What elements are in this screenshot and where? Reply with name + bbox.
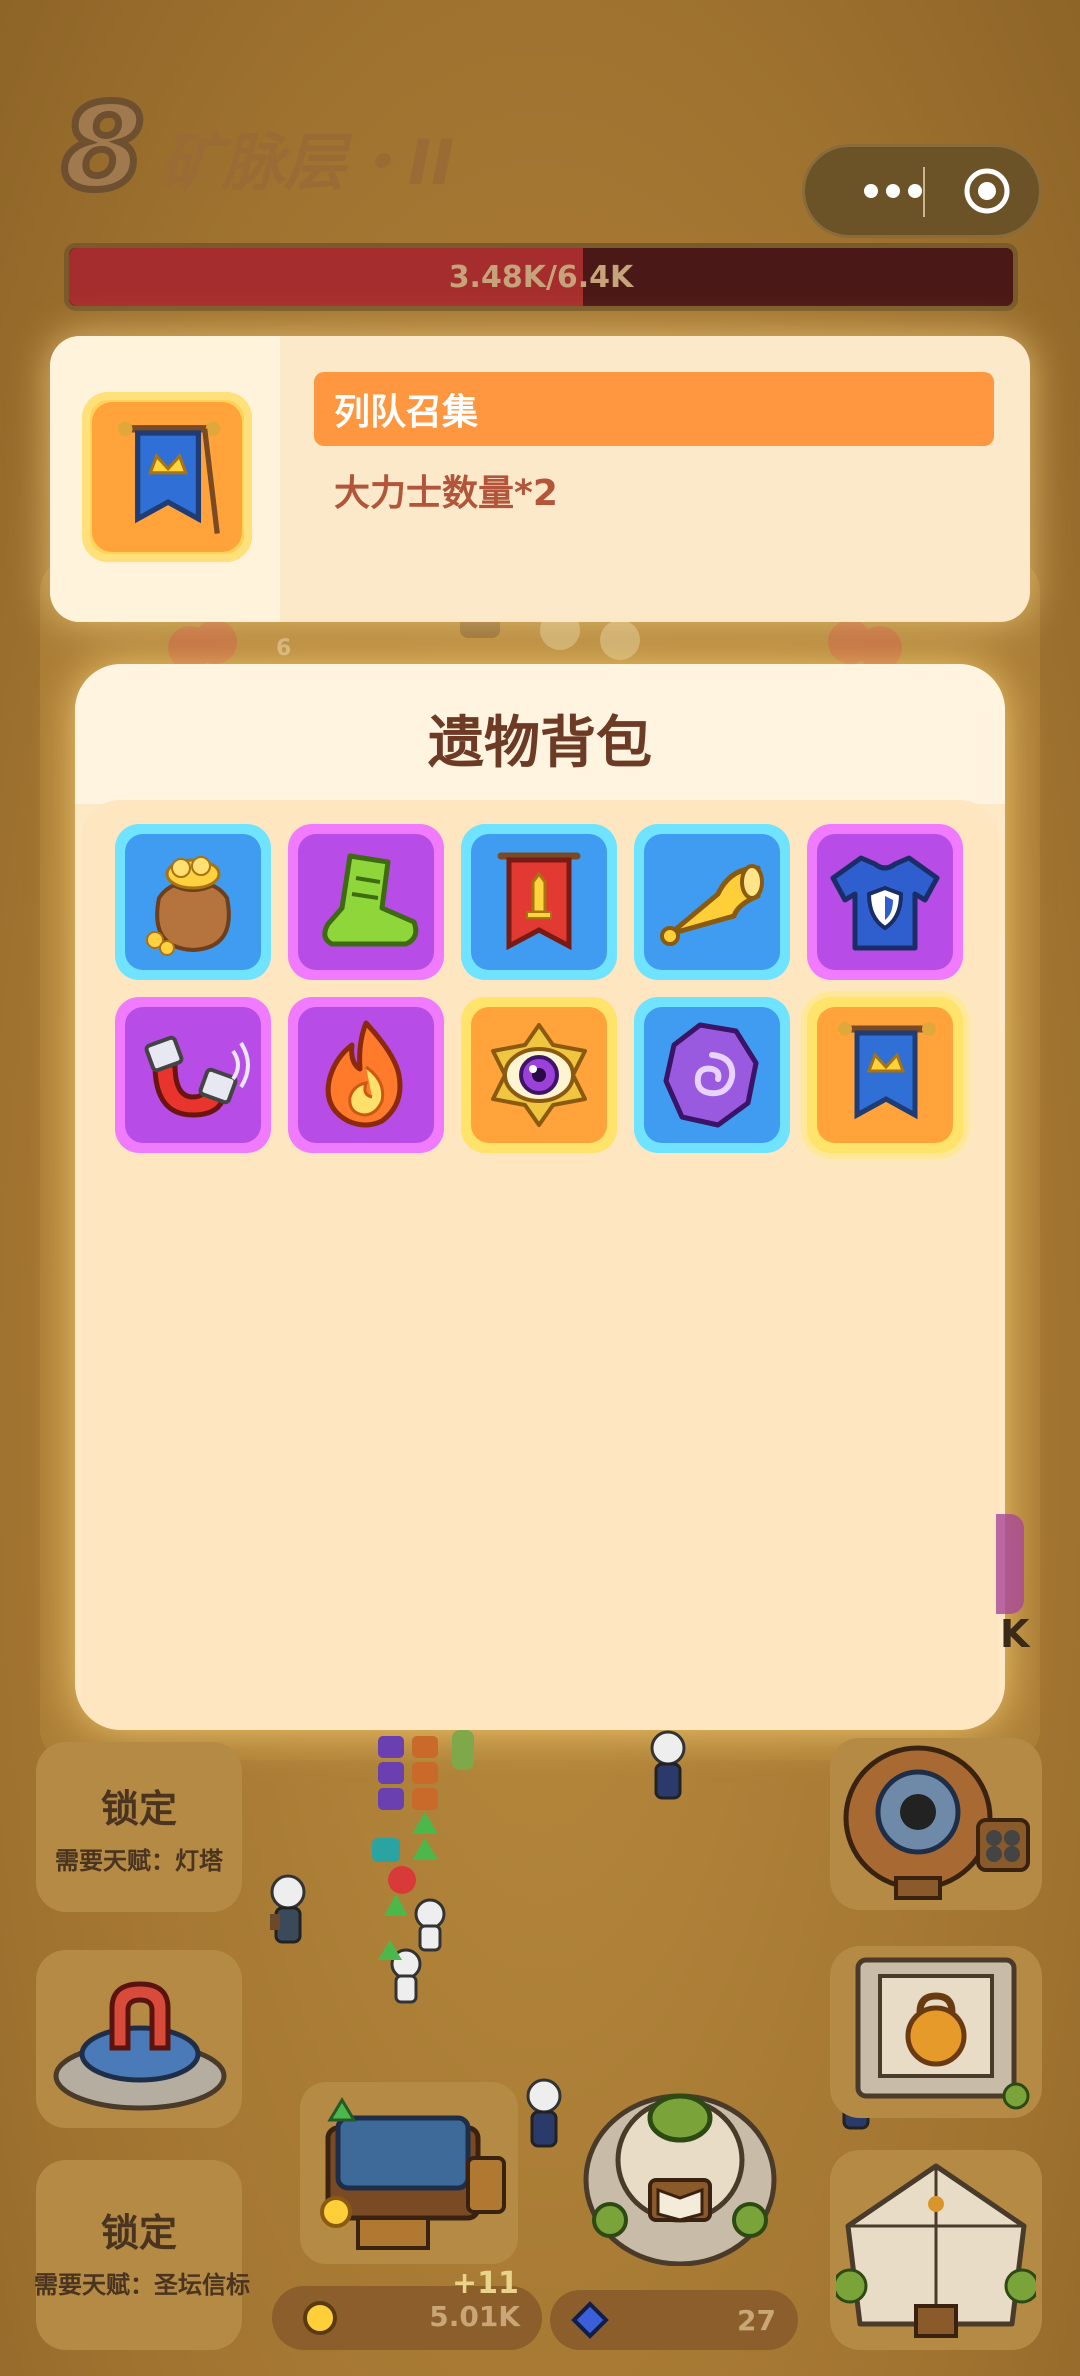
magnet-icon	[144, 1035, 250, 1118]
hp-text: 3.48K/6.4K	[448, 259, 634, 295]
level-number: 8	[58, 78, 147, 216]
royal-banner-icon	[117, 421, 221, 534]
relic-name: 列队召集	[334, 392, 479, 433]
relic-slot-magnet[interactable]	[115, 997, 271, 1153]
gold-value: 5.01K	[429, 2300, 520, 2333]
cannon-icon	[843, 1745, 1030, 1900]
golden-horn-icon	[660, 864, 764, 946]
locked-building-slot-altar[interactable]: 锁定 需要天赋：圣坛信标	[34, 2160, 250, 2350]
relic-bag-title: 遗物背包	[428, 711, 652, 776]
gem-counter: 27	[550, 2290, 798, 2350]
relic-description: 大力士数量*2	[334, 473, 558, 514]
target-close-icon[interactable]	[961, 165, 1013, 217]
library-icon	[583, 2093, 777, 2266]
kettlebell-gym-icon	[855, 1957, 1030, 2110]
unit-column	[372, 1730, 474, 2004]
relic-slot-eye[interactable]	[461, 997, 617, 1153]
green-boot-icon	[322, 853, 419, 947]
level-title: 矿脉层・II	[160, 126, 455, 199]
more-dots-icon[interactable]	[833, 147, 953, 235]
locked-title: 锁定	[100, 1787, 177, 1831]
locked-requirement: 需要天赋：圣坛信标	[34, 2271, 250, 2299]
relic-bag-panel: 遗物背包	[75, 664, 1005, 1730]
tent-building[interactable]	[830, 2150, 1042, 2350]
purple-eye-icon	[491, 1023, 587, 1127]
relic-slot-crystal[interactable]	[634, 997, 790, 1153]
side-value-partial: K	[1000, 1612, 1030, 1656]
capsule-divider	[923, 167, 925, 217]
workbench-building[interactable]	[300, 2082, 518, 2264]
relic-slot-shirt[interactable]	[807, 824, 963, 980]
locked-building-slot-lighthouse[interactable]: 锁定 需要天赋：灯塔	[36, 1742, 242, 1912]
relic-slot-horn[interactable]	[634, 824, 790, 980]
royal-banner-icon	[838, 1022, 936, 1120]
training-building[interactable]	[830, 1946, 1042, 2118]
lane-count-label: 6	[276, 636, 292, 661]
shield-shirt-icon	[830, 855, 940, 951]
spiral-crystal-icon	[663, 1022, 759, 1128]
sword-banner-icon	[497, 852, 581, 951]
locked-requirement: 需要天赋：灯塔	[55, 1847, 223, 1875]
relic-slot-fire[interactable]	[288, 997, 444, 1153]
relic-slot-boot[interactable]	[288, 824, 444, 980]
magnet-building[interactable]	[36, 1950, 242, 2128]
relic-bag-grid-area	[81, 800, 999, 1730]
worker-unit	[650, 1730, 686, 1800]
relic-slot-royal-banner[interactable]	[807, 997, 963, 1153]
workbench-icon	[320, 2097, 506, 2250]
worker-unit	[270, 1874, 306, 1944]
gold-coin-icon	[303, 2301, 337, 2335]
fire-icon	[325, 1020, 403, 1128]
locked-title: 锁定	[100, 2211, 177, 2255]
tent-icon	[836, 2163, 1036, 2338]
magnet-tower-icon	[53, 1981, 227, 2111]
hp-bar: 3.48K/6.4K	[64, 243, 1018, 311]
relic-info-card: 列队召集 大力士数量*2	[50, 336, 1030, 622]
library-building[interactable]	[580, 2070, 780, 2266]
gold-coin-bag-icon	[146, 856, 231, 956]
worker-unit	[526, 2078, 562, 2148]
relic-slot-gold-bag[interactable]	[115, 824, 271, 980]
gem-value: 27	[737, 2304, 776, 2337]
side-button-partial	[996, 1514, 1024, 1614]
blue-gem-icon	[571, 2301, 609, 2339]
relic-slot-sword-banner[interactable]	[461, 824, 617, 980]
mini-program-capsule[interactable]	[802, 144, 1042, 238]
floating-gain-text: +11	[452, 2266, 519, 2301]
cannon-building[interactable]	[830, 1738, 1042, 1910]
